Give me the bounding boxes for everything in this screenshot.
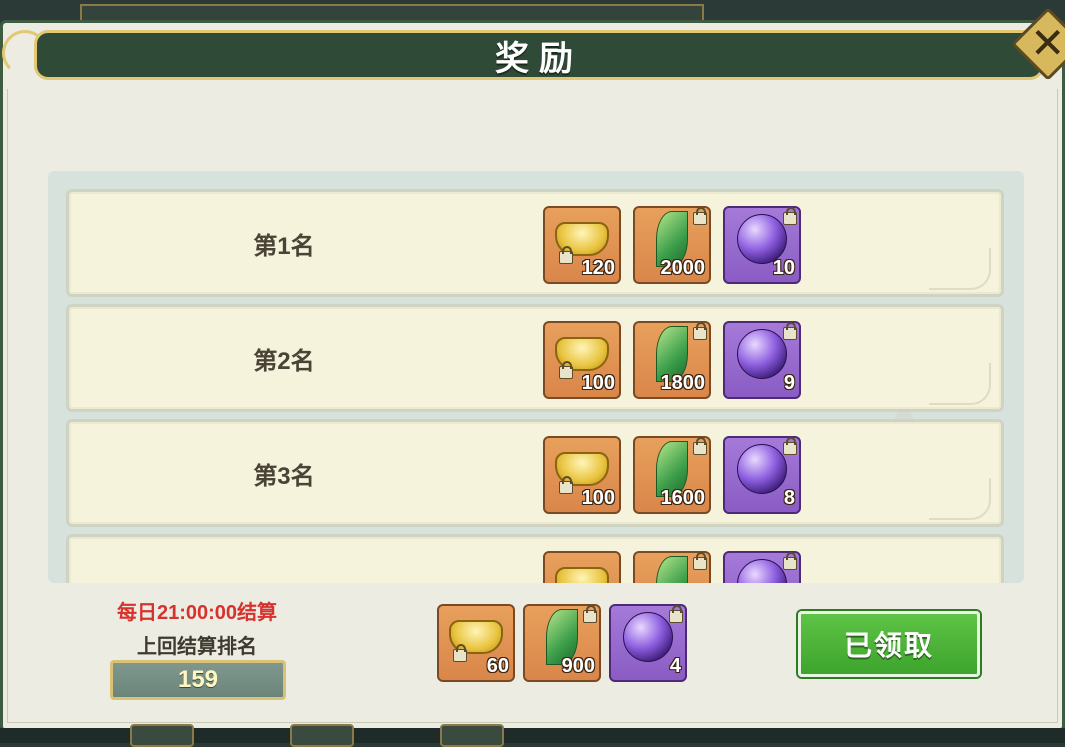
rank-label: 第1名 (253, 232, 315, 260)
reward-item[interactable]: 10 (723, 206, 801, 284)
reward-item[interactable]: 1800 (633, 321, 711, 399)
settle-time-text: 每日21:00:00结算 (116, 602, 278, 624)
page-title: 奖励 (495, 38, 583, 79)
reward-quantity: 10 (772, 257, 795, 279)
lock-icon (783, 322, 797, 340)
reward-quantity: 1600 (660, 487, 706, 509)
rank-label (209, 537, 359, 583)
bottom-tab-left (130, 724, 194, 747)
row-corner-decoration (929, 363, 991, 405)
reward-quantity: 100 (581, 487, 615, 509)
rank-row: 第1名 120 2000 10 (66, 189, 1004, 297)
lock-icon (693, 207, 707, 225)
title-bar: 奖励 (34, 30, 1044, 80)
rank-label: 第3名 (253, 462, 315, 490)
rank-row: 第2名 100 1800 9 (66, 304, 1004, 412)
reward-quantity: 2000 (660, 257, 706, 279)
reward-item[interactable]: 8 (723, 436, 801, 514)
reward-item[interactable] (723, 551, 801, 583)
lock-icon (783, 207, 797, 225)
reward-item[interactable]: 2000 (633, 206, 711, 284)
rank-reward-list[interactable]: 第1名 120 2000 10 第2名 100 1800 9 第3名 100 1600 8 (48, 171, 1024, 583)
reward-item[interactable]: 1600 (633, 436, 711, 514)
lock-icon (783, 437, 797, 455)
reward-quantity: 4 (669, 655, 681, 677)
reward-item[interactable]: 900 (523, 604, 601, 682)
top-frame-strip (80, 4, 704, 20)
gold-ingot-icon (555, 567, 609, 583)
lock-icon (693, 552, 707, 570)
lock-icon (453, 644, 467, 662)
reward-item[interactable]: 120 (543, 206, 621, 284)
rank-row (66, 534, 1004, 583)
reward-quantity: 100 (581, 372, 615, 394)
claimed-button[interactable]: 已领取 (798, 611, 980, 677)
reward-quantity: 8 (783, 487, 795, 509)
rank-rewards (543, 551, 801, 583)
last-rank-label: 上回结算排名 (137, 636, 257, 658)
my-rewards: 60 900 4 (437, 604, 687, 682)
reward-quantity: 1800 (660, 372, 706, 394)
close-icon: ✕ (1030, 19, 1065, 67)
bottom-tab-mid (290, 724, 354, 747)
purple-orb-icon (737, 444, 787, 495)
lock-icon (669, 605, 683, 623)
reward-item[interactable] (633, 551, 711, 583)
reward-item[interactable] (543, 551, 621, 583)
reward-item[interactable]: 100 (543, 321, 621, 399)
rank-row: 第3名 100 1600 8 (66, 419, 1004, 527)
purple-orb-icon (623, 612, 673, 663)
rank-rewards: 120 2000 10 (543, 206, 801, 284)
reward-item[interactable]: 4 (609, 604, 687, 682)
reward-item[interactable]: 9 (723, 321, 801, 399)
reward-quantity: 900 (561, 655, 595, 677)
purple-orb-icon (737, 329, 787, 380)
rank-label: 第2名 (253, 347, 315, 375)
row-corner-decoration (929, 248, 991, 290)
rank-rewards: 100 1600 8 (543, 436, 801, 514)
purple-orb-icon (737, 559, 787, 583)
lock-icon (559, 246, 573, 264)
reward-item[interactable]: 100 (543, 436, 621, 514)
row-corner-decoration (929, 478, 991, 520)
lock-icon (693, 437, 707, 455)
last-rank-value: 159 (110, 660, 286, 700)
bottom-tab-right (440, 724, 504, 747)
lock-icon (559, 361, 573, 379)
reward-item[interactable]: 60 (437, 604, 515, 682)
lock-icon (583, 605, 597, 623)
lock-icon (783, 552, 797, 570)
reward-quantity: 9 (783, 372, 795, 394)
lock-icon (559, 476, 573, 494)
lock-icon (693, 322, 707, 340)
reward-quantity: 120 (581, 257, 615, 279)
reward-quantity: 60 (486, 655, 509, 677)
green-leaf-icon (656, 556, 688, 583)
rank-rewards: 100 1800 9 (543, 321, 801, 399)
